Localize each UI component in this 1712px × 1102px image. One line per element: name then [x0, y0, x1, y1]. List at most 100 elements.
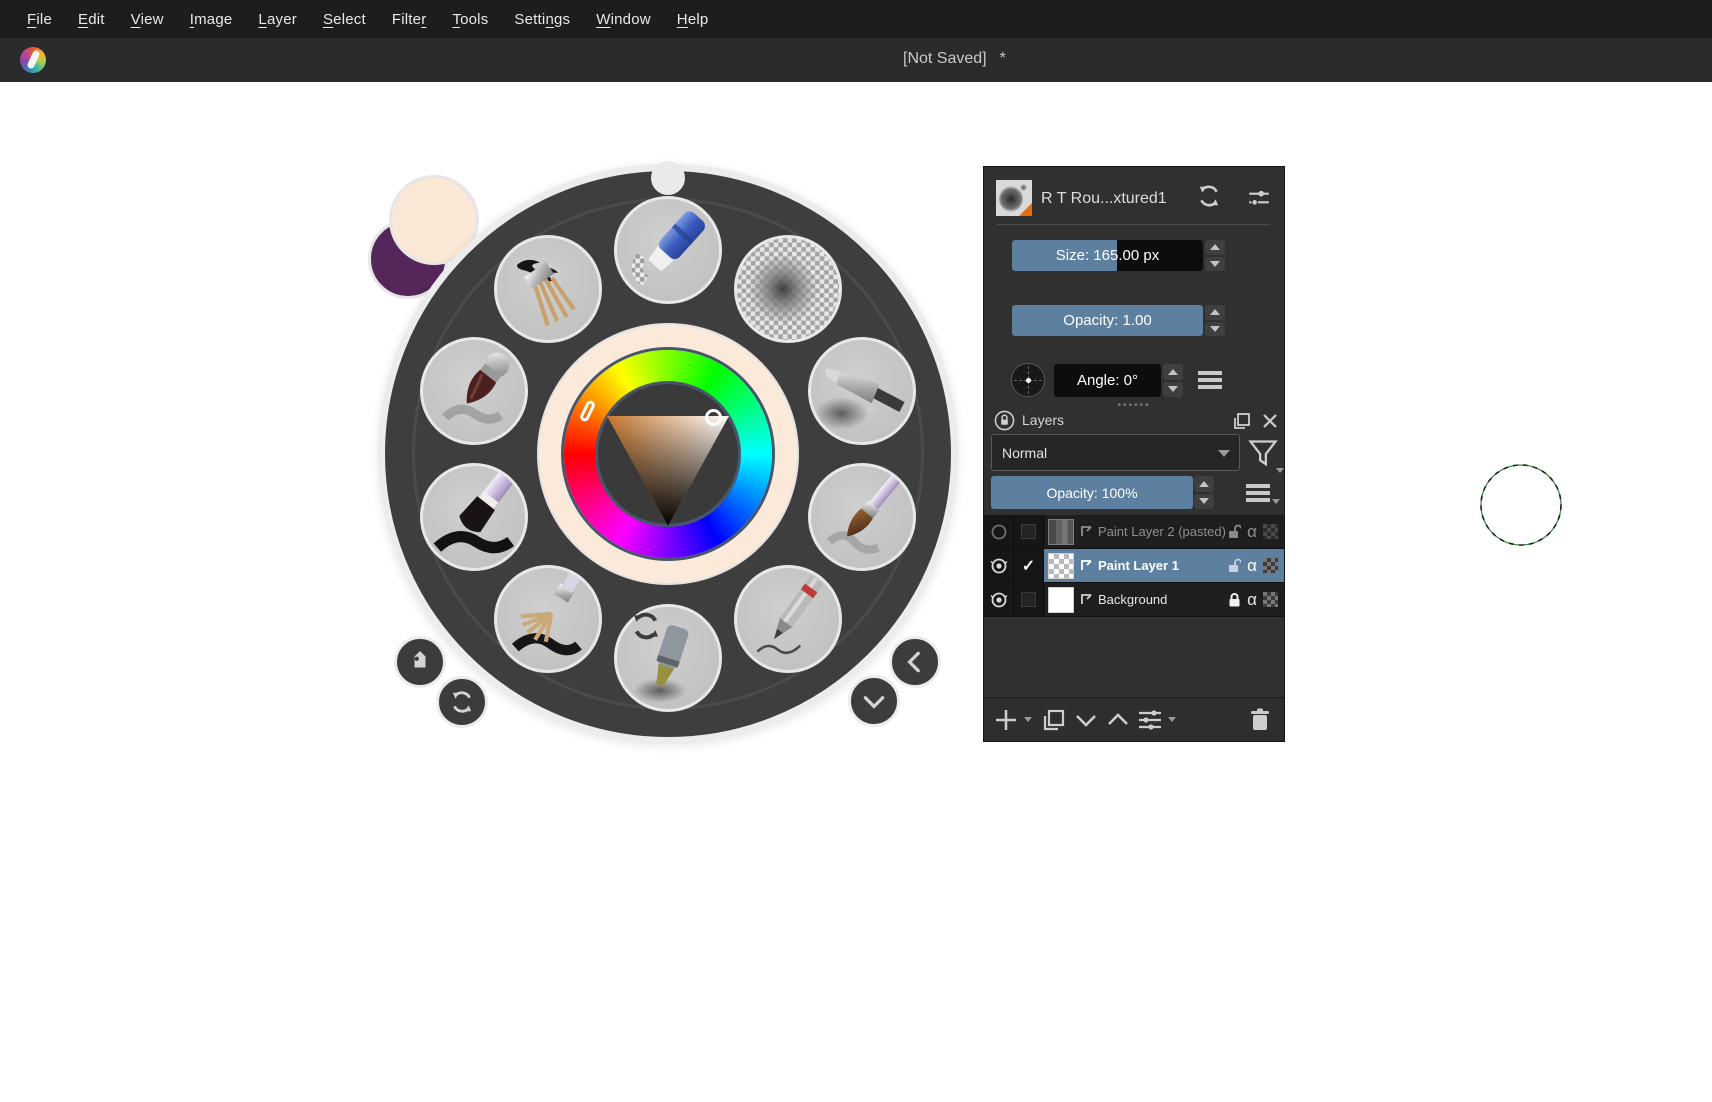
alpha-lock-icon[interactable]: α	[1247, 591, 1257, 608]
menu-window[interactable]: Window	[583, 11, 664, 28]
layer-properties-button[interactable]	[1136, 706, 1164, 734]
move-layer-up-button[interactable]	[1104, 706, 1132, 734]
tag-button[interactable]	[394, 636, 446, 688]
opacity-spin-down[interactable]	[1205, 321, 1225, 336]
brush-preset-round-watercolor[interactable]	[808, 463, 916, 571]
layer-checkbox[interactable]: ✓	[1014, 549, 1044, 582]
layer-row-paint-layer-1[interactable]: ✓ Paint Layer 1 α	[984, 549, 1284, 583]
reload-preset-button[interactable]	[1196, 183, 1222, 209]
preset-name: R T Rou...xtured1	[1041, 190, 1167, 207]
layer-opacity-label: Opacity: 100%	[1046, 484, 1138, 501]
layer-thumbnail	[1048, 586, 1074, 613]
brush-preset-airbrush[interactable]	[808, 337, 916, 445]
size-spin-up[interactable]	[1205, 240, 1225, 255]
layer-opacity-down[interactable]	[1194, 493, 1214, 509]
delete-layer-button[interactable]	[1246, 706, 1274, 734]
trash-icon	[1251, 708, 1269, 730]
brush-thumb-corner	[1019, 203, 1032, 216]
add-layer-button[interactable]	[992, 706, 1020, 734]
inherit-alpha-icon[interactable]	[1263, 558, 1278, 573]
brush-preset-soft-round[interactable]	[734, 235, 842, 343]
chevron-down-icon	[1218, 450, 1230, 457]
caret-icon	[1272, 499, 1280, 504]
move-layer-down-button[interactable]	[1072, 706, 1100, 734]
caret-icon[interactable]	[1168, 717, 1176, 722]
visibility-toggle[interactable]	[984, 515, 1014, 548]
title-bar: [Not Saved] *	[0, 38, 1712, 82]
opacity-spinner[interactable]	[1205, 305, 1225, 336]
brush-preset-thumbnail[interactable]	[996, 180, 1032, 216]
inherit-alpha-icon[interactable]	[1263, 592, 1278, 607]
collapse-palette-button[interactable]	[848, 675, 900, 727]
angle-input[interactable]: Angle: 0°	[1054, 364, 1161, 397]
menu-view[interactable]: View	[118, 11, 177, 28]
menu-tools[interactable]: Tools	[439, 11, 501, 28]
layer-opacity-spinner[interactable]	[1194, 476, 1214, 509]
opacity-slider-label: Opacity: 1.00	[1063, 312, 1152, 329]
chevron-down-icon	[863, 696, 885, 709]
sliders-icon	[1249, 190, 1269, 206]
previous-presets-button[interactable]	[889, 636, 941, 688]
layer-type-icon	[1081, 526, 1092, 536]
menu-settings[interactable]: Settings	[501, 11, 583, 28]
brush-preset-pointed[interactable]	[420, 337, 528, 445]
layer-row-paint-layer-2[interactable]: Paint Layer 2 (pasted) α	[984, 515, 1284, 549]
brush-preset-fan[interactable]	[494, 565, 602, 673]
visibility-toggle[interactable]	[984, 549, 1014, 582]
layer-opacity-slider[interactable]: Opacity: 100%	[991, 476, 1193, 509]
angle-spinner[interactable]	[1163, 364, 1183, 397]
palette-handle-notch	[651, 161, 685, 195]
layer-row-background[interactable]: Background α	[984, 583, 1284, 617]
layer-checkbox[interactable]	[1014, 515, 1044, 548]
menu-image[interactable]: Image	[177, 11, 246, 28]
menu-layer[interactable]: Layer	[245, 11, 310, 28]
float-panel-button[interactable]	[1232, 411, 1252, 431]
angle-label: Angle: 0°	[1076, 372, 1139, 389]
alpha-lock-icon[interactable]: α	[1247, 523, 1257, 540]
detach-editor-button[interactable]	[1246, 185, 1272, 211]
duplicate-layer-button[interactable]	[1040, 706, 1068, 734]
angle-spin-up[interactable]	[1163, 364, 1183, 380]
brush-preset-pencil[interactable]	[734, 565, 842, 673]
brush-cursor-outline	[1478, 462, 1564, 548]
lock-icon[interactable]	[1227, 592, 1241, 608]
alpha-lock-icon[interactable]: α	[1247, 557, 1257, 574]
layers-menu-button[interactable]	[1246, 481, 1280, 505]
unlock-icon[interactable]	[1227, 558, 1242, 574]
size-slider[interactable]: Size: 165.00 px	[1012, 240, 1203, 271]
menu-edit[interactable]: Edit	[65, 11, 118, 28]
tag-icon	[414, 650, 426, 668]
reload-presets-button[interactable]	[436, 676, 488, 728]
properties-icon	[1139, 709, 1161, 730]
panel-lock-icon[interactable]	[994, 410, 1015, 431]
blend-mode-value: Normal	[1002, 444, 1048, 461]
opacity-slider[interactable]: Opacity: 1.00	[1012, 305, 1203, 336]
angle-spin-down[interactable]	[1163, 381, 1183, 397]
angle-dial[interactable]	[1011, 363, 1045, 397]
layer-opacity-up[interactable]	[1194, 476, 1214, 492]
menu-select[interactable]: Select	[310, 11, 379, 28]
brush-preset-flat[interactable]	[420, 463, 528, 571]
size-spin-down[interactable]	[1205, 256, 1225, 271]
menu-filter[interactable]: Filter	[379, 11, 440, 28]
krita-logo-icon	[20, 47, 46, 73]
visibility-toggle[interactable]	[984, 583, 1014, 616]
close-panel-button[interactable]	[1260, 411, 1280, 431]
brush-preset-eraser[interactable]	[614, 196, 722, 304]
brush-options-menu-button[interactable]	[1198, 368, 1222, 392]
brush-preset-bristle-ink[interactable]	[494, 235, 602, 343]
layer-list: Paint Layer 2 (pasted) α ✓ Paint Layer 1	[984, 515, 1284, 617]
caret-icon[interactable]	[1024, 717, 1032, 722]
unlock-icon[interactable]	[1227, 524, 1242, 540]
opacity-spin-up[interactable]	[1205, 305, 1225, 320]
eraser-stroke	[631, 253, 649, 286]
menu-help[interactable]: Help	[664, 11, 722, 28]
layer-filter-button[interactable]	[1246, 437, 1284, 473]
inherit-alpha-icon[interactable]	[1263, 524, 1278, 539]
layer-checkbox[interactable]	[1014, 583, 1044, 616]
saturation-value-triangle[interactable]	[605, 414, 731, 528]
size-spinner[interactable]	[1205, 240, 1225, 271]
blend-mode-combobox[interactable]: Normal	[991, 434, 1240, 471]
floating-dock: R T Rou...xtured1 Size: 165.00 px Opacit…	[983, 166, 1285, 742]
menu-file[interactable]: File	[14, 11, 65, 28]
